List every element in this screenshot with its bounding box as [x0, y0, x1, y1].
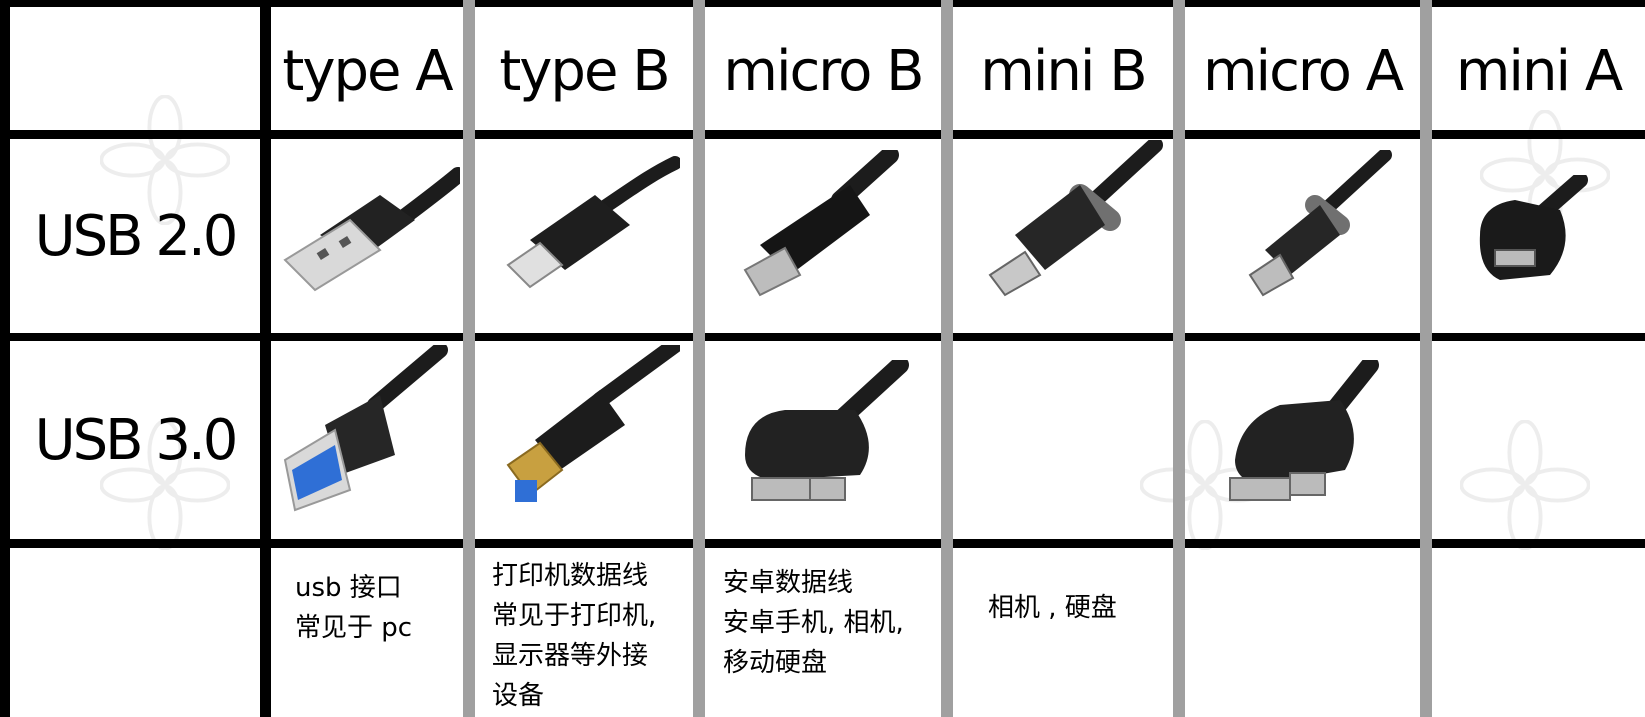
- grid-line: [693, 0, 705, 717]
- grid-line: [0, 0, 10, 717]
- note-mini-b: 相机 , 硬盘: [988, 588, 1117, 628]
- grid-line: [0, 333, 1645, 341]
- grid-line: [1173, 0, 1185, 717]
- note-line: 设备: [492, 681, 545, 711]
- note-line: 相机 , 硬盘: [988, 593, 1117, 623]
- grid-line: [1420, 0, 1432, 717]
- grid-line: [0, 130, 1645, 139]
- row-label-usb2: USB 2.0: [34, 203, 239, 269]
- note-type-b: 打印机数据线 常见于打印机, 显示器等外接 设备: [492, 556, 656, 716]
- usb2-micro-b-connector-icon: [743, 150, 899, 297]
- watermark-flower-icon: [1460, 420, 1590, 550]
- note-line: 安卓手机, 相机,: [723, 608, 904, 638]
- note-line: 打印机数据线: [492, 561, 649, 591]
- note-micro-b: 安卓数据线 安卓手机, 相机, 移动硬盘: [723, 563, 904, 683]
- note-line: 安卓数据线: [723, 568, 854, 598]
- row-label-usb3: USB 3.0: [34, 407, 239, 473]
- note-line: usb 接口: [295, 573, 402, 603]
- header-type-b: type B: [499, 38, 670, 104]
- usb3-type-a-connector-icon: [283, 345, 448, 512]
- note-line: 显示器等外接: [492, 641, 649, 671]
- grid-line: [0, 539, 1645, 548]
- usb3-type-b-connector-icon: [506, 345, 680, 502]
- header-mini-a: mini A: [1455, 38, 1623, 104]
- usb2-type-b-connector-icon: [506, 156, 680, 289]
- usb3-micro-a-connector-icon: [1229, 360, 1379, 501]
- usb3-micro-b-connector-icon: [745, 360, 909, 501]
- grid-line: [463, 0, 475, 717]
- grid-line: [0, 0, 1645, 7]
- grid-line: [260, 0, 271, 717]
- note-type-a: usb 接口 常见于 pc: [295, 568, 412, 648]
- usb2-mini-b-connector-icon: [988, 140, 1163, 297]
- header-micro-a: micro A: [1202, 38, 1404, 104]
- note-line: 移动硬盘: [723, 648, 828, 678]
- usb2-type-a-connector-icon: [283, 167, 460, 292]
- header-micro-b: micro B: [723, 38, 924, 104]
- grid-line: [941, 0, 953, 717]
- note-line: 常见于打印机,: [492, 601, 657, 631]
- header-type-a: type A: [282, 38, 453, 104]
- note-line: 常见于 pc: [295, 613, 413, 643]
- usb2-mini-a-connector-icon: [1479, 175, 1588, 280]
- usb2-micro-a-connector-icon: [1248, 150, 1392, 297]
- header-mini-b: mini B: [980, 38, 1147, 104]
